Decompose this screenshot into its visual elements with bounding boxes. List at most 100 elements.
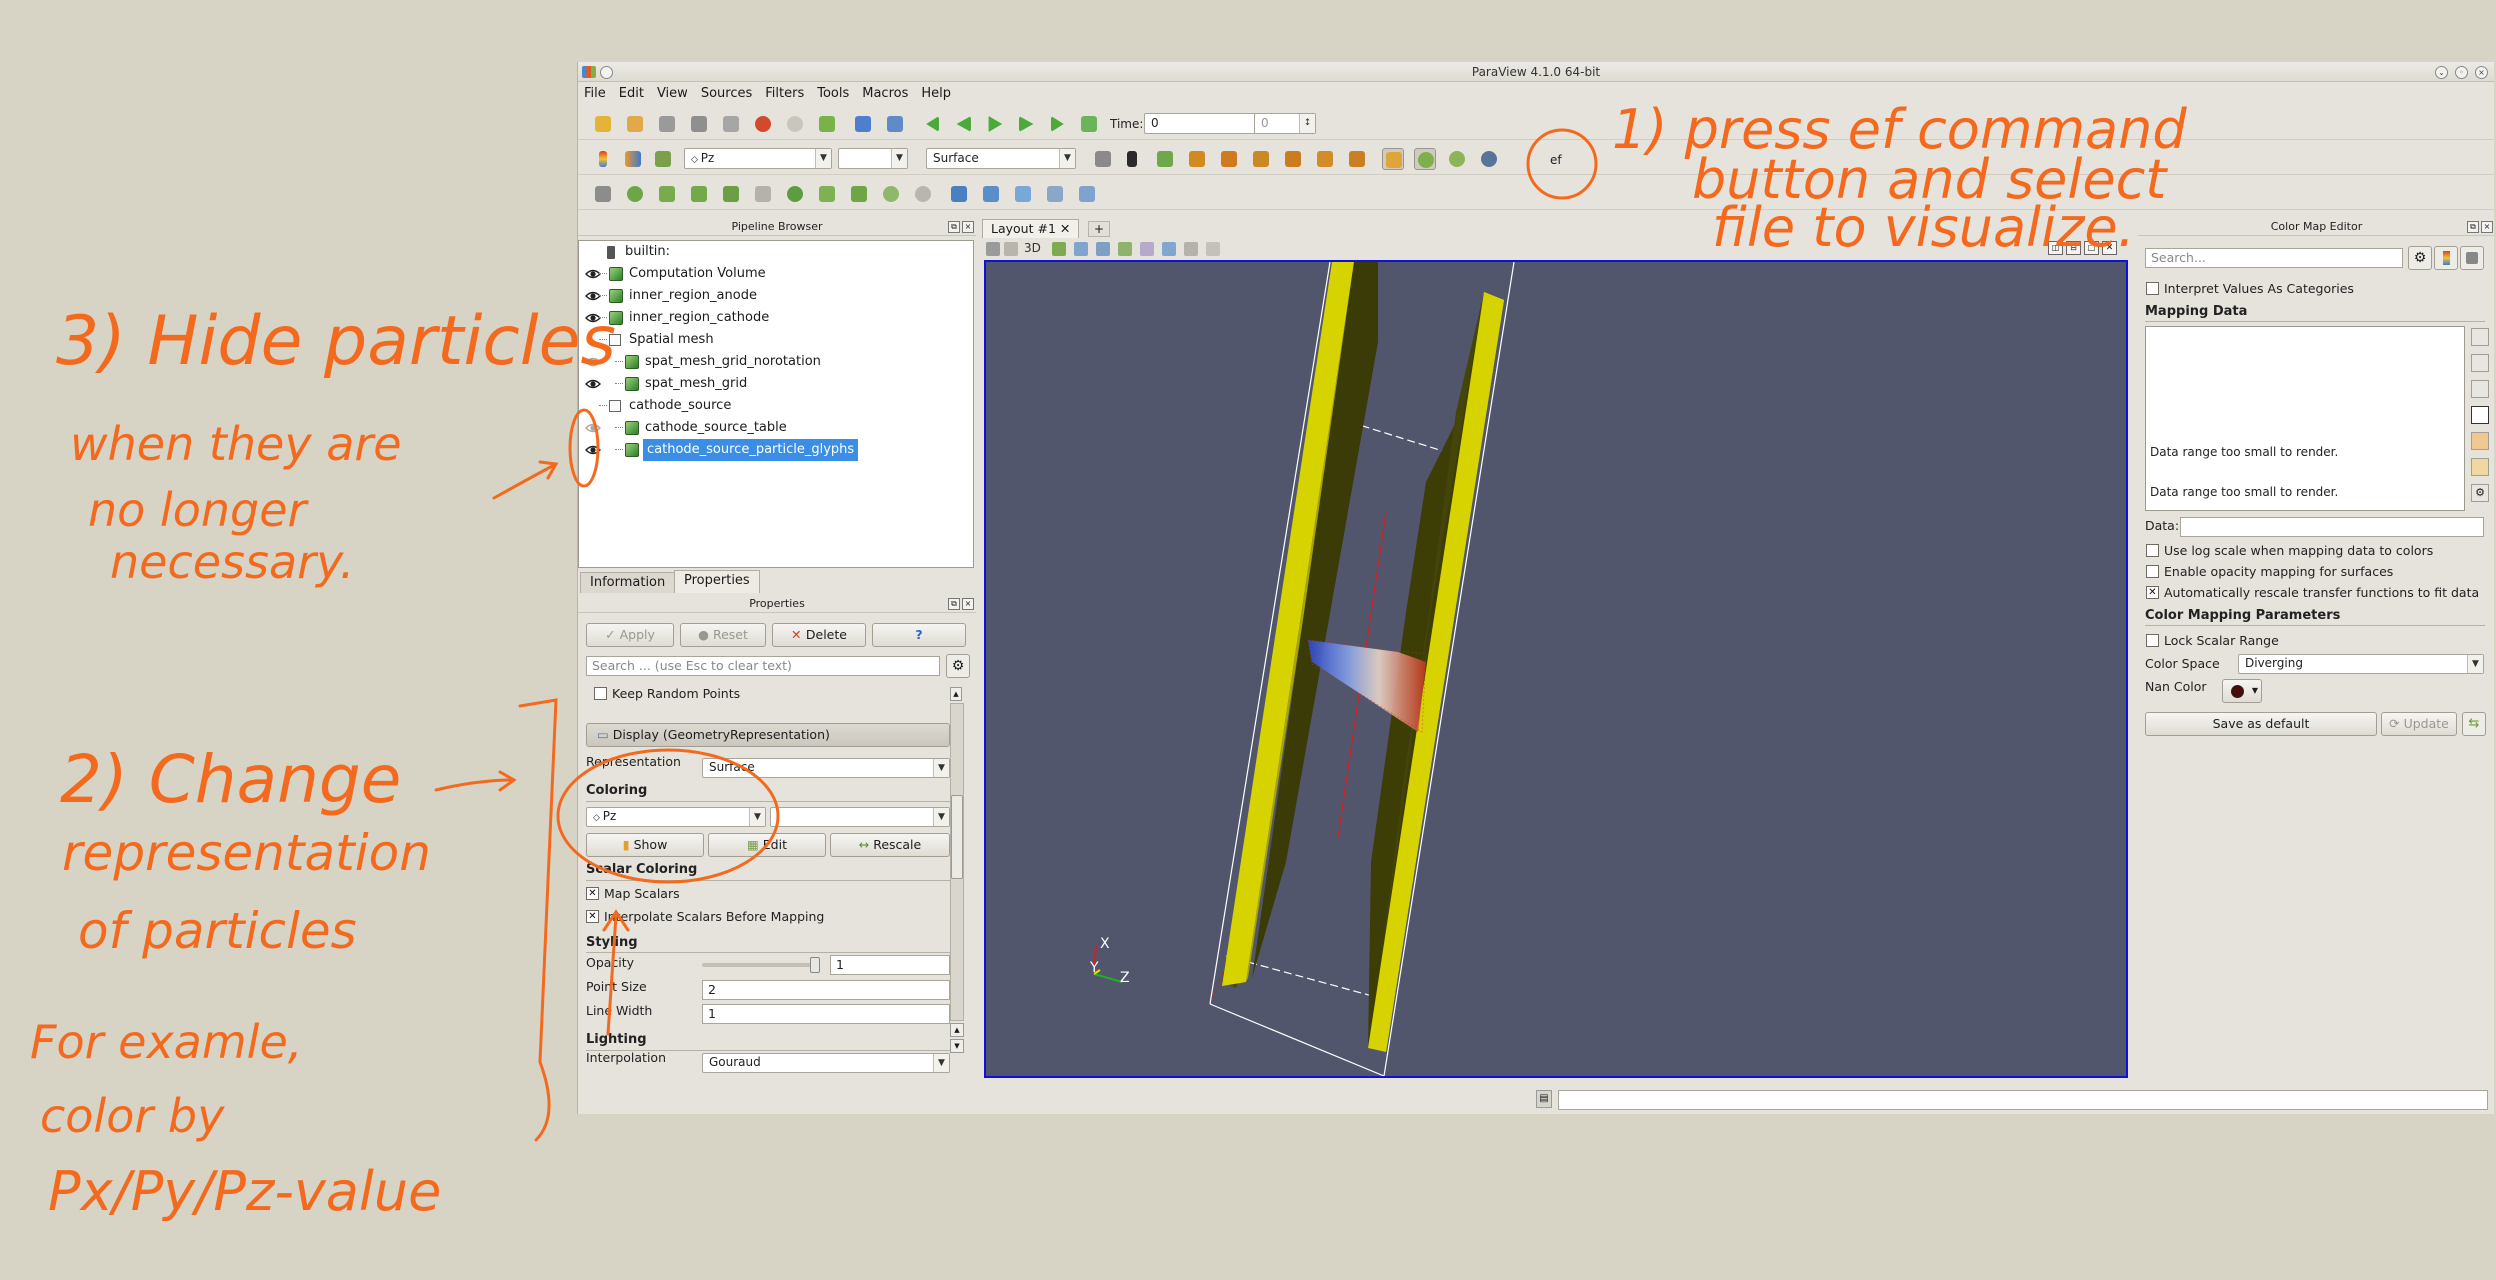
opacity-slider-handle[interactable] — [810, 957, 820, 973]
view-minus-x-icon[interactable] — [1218, 148, 1240, 170]
camera-undo-icon[interactable] — [1004, 242, 1018, 256]
keep-random-points-checkbox[interactable] — [594, 687, 607, 700]
color-legend-icon[interactable] — [592, 148, 614, 170]
visibility-eye-icon[interactable] — [585, 422, 601, 434]
extract-subset-icon[interactable] — [752, 183, 774, 205]
color-map-search-input[interactable]: Search... — [2145, 248, 2403, 268]
menu-edit[interactable]: Edit — [613, 84, 651, 101]
color-space-select[interactable]: Diverging ▼ — [2238, 654, 2484, 674]
float-panel-button[interactable]: ⧉ — [2467, 221, 2479, 233]
pipeline-item[interactable]: Spatial mesh — [579, 329, 973, 351]
maximize-view-icon[interactable]: □ — [2084, 241, 2099, 255]
coloring-component-select[interactable]: ▼ — [770, 807, 950, 827]
delete-button[interactable]: ✕ Delete — [772, 623, 866, 647]
minimize-button[interactable]: ⌄ — [2435, 66, 2448, 79]
help-query-icon[interactable] — [852, 113, 874, 135]
glyph-icon[interactable] — [784, 183, 806, 205]
spinbox-arrows-icon[interactable]: ↕ — [1299, 114, 1315, 133]
reset-button[interactable]: ● Reset — [680, 623, 766, 647]
menu-filters[interactable]: Filters — [759, 84, 811, 101]
view-3d-toggle[interactable]: 3D — [1024, 241, 1041, 255]
coloring-array-select[interactable]: ◇ Pz ▼ — [586, 807, 766, 827]
select-points-icon[interactable] — [980, 183, 1002, 205]
close-panel-button[interactable]: × — [2481, 221, 2493, 233]
visibility-eye-icon[interactable] — [585, 268, 601, 280]
pipeline-item[interactable]: cathode_source — [579, 395, 973, 417]
map-scalars-checkbox[interactable]: ✕ — [586, 887, 599, 900]
point-size-input[interactable]: 2 — [702, 980, 950, 1000]
edit-colormap-button[interactable]: ▦ Edit — [708, 833, 826, 857]
line-width-input[interactable]: 1 — [702, 1004, 950, 1024]
component-select[interactable]: ▼ — [838, 148, 908, 169]
clear-selection-icon[interactable] — [1206, 242, 1220, 256]
tab-properties[interactable]: Properties — [674, 570, 760, 593]
visibility-eye-icon[interactable] — [585, 290, 601, 302]
pipeline-item[interactable]: spat_mesh_grid_norotation — [579, 351, 973, 373]
rescale-visible-icon[interactable] — [2471, 458, 2489, 476]
redo-icon[interactable] — [784, 113, 806, 135]
log-scale-checkbox[interactable] — [2146, 544, 2159, 557]
scrollbar-thumb[interactable] — [951, 795, 963, 879]
close-tab-icon[interactable]: ✕ — [1060, 221, 1070, 236]
visibility-eye-icon[interactable] — [585, 378, 601, 390]
select-blocks-icon[interactable] — [1162, 242, 1176, 256]
menu-view[interactable]: View — [651, 84, 695, 101]
invert-transfer-icon[interactable] — [2471, 354, 2489, 372]
tab-information[interactable]: Information — [580, 572, 676, 593]
close-panel-button[interactable]: × — [962, 221, 974, 233]
menu-help[interactable]: Help — [915, 84, 958, 101]
interactive-select-icon[interactable] — [1012, 183, 1034, 205]
memory-inspector-icon[interactable]: ▤ — [1536, 1090, 1552, 1108]
maximize-button[interactable]: ◦ — [2455, 66, 2468, 79]
pipeline-item[interactable]: spat_mesh_grid — [579, 373, 973, 395]
menu-macros[interactable]: Macros — [856, 84, 915, 101]
play-icon[interactable] — [984, 113, 1006, 135]
opacity-input[interactable]: 1 — [830, 955, 950, 975]
select-cells-through-icon[interactable] — [1096, 242, 1110, 256]
show-colorbar-button[interactable]: ▮ Show — [586, 833, 704, 857]
connect-icon[interactable] — [656, 113, 678, 135]
pipeline-item[interactable]: inner_region_anode — [579, 285, 973, 307]
data-value-input[interactable] — [2180, 517, 2484, 537]
calculator-icon[interactable] — [592, 183, 614, 205]
settings-gear-icon[interactable]: ⚙ — [2471, 484, 2489, 502]
transfer-function-canvas[interactable]: Data range too small to render. Data ran… — [2145, 326, 2465, 511]
float-panel-button[interactable]: ⧉ — [948, 221, 960, 233]
pipeline-item[interactable]: Computation Volume — [579, 263, 973, 285]
view-plus-z-icon[interactable] — [1314, 148, 1336, 170]
ef-command-button[interactable]: ef — [1550, 153, 1562, 167]
reset-camera-icon[interactable] — [1092, 148, 1114, 170]
contour-icon[interactable] — [624, 183, 646, 205]
select-cells-on-icon[interactable] — [1052, 242, 1066, 256]
pick-center-icon[interactable] — [1478, 148, 1500, 170]
rescale-button[interactable]: ↔ Rescale — [830, 833, 950, 857]
close-panel-button[interactable]: × — [962, 598, 974, 610]
close-window-button[interactable]: × — [2475, 66, 2488, 79]
find-data-icon[interactable] — [884, 113, 906, 135]
capture-screenshot-icon[interactable] — [986, 242, 1000, 256]
colorbar-edit-icon[interactable] — [2460, 246, 2484, 270]
rescale-range-icon[interactable] — [652, 148, 674, 170]
representation-select[interactable]: Surface ▼ — [926, 148, 1076, 169]
loop-icon[interactable] — [1078, 113, 1100, 135]
last-frame-icon[interactable] — [1048, 113, 1070, 135]
menu-tools[interactable]: Tools — [811, 84, 856, 101]
next-frame-icon[interactable] — [1016, 113, 1038, 135]
update-button[interactable]: ⟳ Update — [2381, 712, 2457, 736]
save-data-icon[interactable] — [624, 113, 646, 135]
view-minus-z-icon[interactable] — [1346, 148, 1368, 170]
custom-range-icon[interactable] — [2471, 432, 2489, 450]
save-as-default-button[interactable]: Save as default — [2145, 712, 2377, 736]
add-layout-tab-button[interactable]: + — [1088, 221, 1110, 237]
disconnect-icon[interactable] — [688, 113, 710, 135]
time-input[interactable]: 0 — [1144, 113, 1256, 134]
group-datasets-icon[interactable] — [880, 183, 902, 205]
pipeline-item[interactable]: cathode_source_particle_glyphs — [579, 439, 973, 461]
warp-vector-icon[interactable] — [848, 183, 870, 205]
lock-range-checkbox[interactable] — [2146, 634, 2159, 647]
opacity-mapping-checkbox[interactable] — [2146, 565, 2159, 578]
color-by-select[interactable]: ◇ Pz ▼ — [684, 148, 832, 169]
pipeline-item[interactable]: inner_region_cathode — [579, 307, 973, 329]
select-cells-icon[interactable] — [948, 183, 970, 205]
rescale-data-range-icon[interactable] — [2471, 406, 2489, 424]
